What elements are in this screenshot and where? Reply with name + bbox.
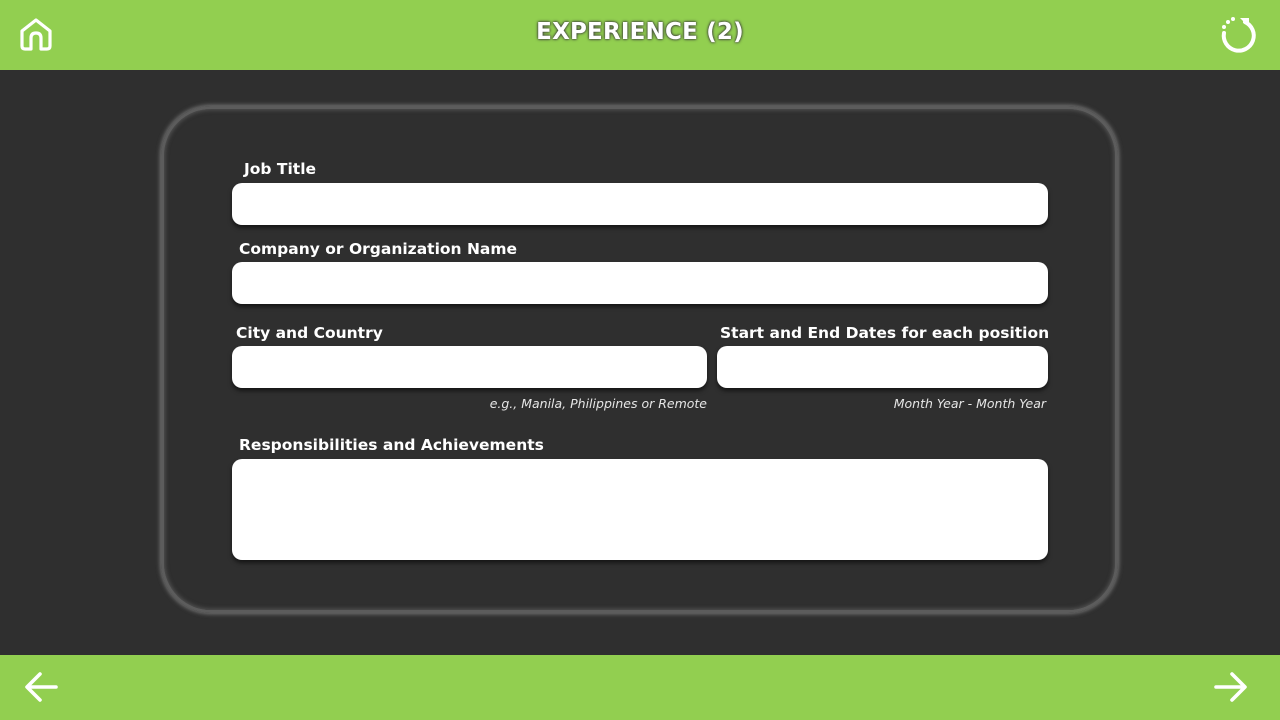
page-title: EXPERIENCE (2): [536, 19, 744, 45]
reset-icon: [1221, 17, 1256, 53]
arrow-right-icon: [1214, 672, 1247, 702]
reset-button[interactable]: [1216, 14, 1258, 56]
arrow-left-icon: [25, 672, 58, 702]
next-button[interactable]: [1212, 670, 1250, 704]
back-button[interactable]: [22, 670, 60, 704]
dates-hint: Month Year - Month Year: [893, 396, 1046, 411]
dates-input[interactable]: [717, 346, 1048, 388]
city-country-input[interactable]: [232, 346, 707, 388]
company-input[interactable]: [232, 262, 1048, 304]
job-title-input[interactable]: [232, 183, 1048, 225]
dates-label: Start and End Dates for each position: [720, 324, 1050, 342]
responsibilities-textarea[interactable]: [232, 459, 1048, 560]
company-label: Company or Organization Name: [239, 240, 518, 258]
job-title-label: Job Title: [244, 160, 317, 178]
bottom-bar: [0, 655, 1280, 720]
city-country-hint: e.g., Manila, Philippines or Remote: [489, 396, 707, 411]
responsibilities-label: Responsibilities and Achievements: [239, 436, 544, 454]
city-country-label: City and Country: [236, 324, 383, 342]
